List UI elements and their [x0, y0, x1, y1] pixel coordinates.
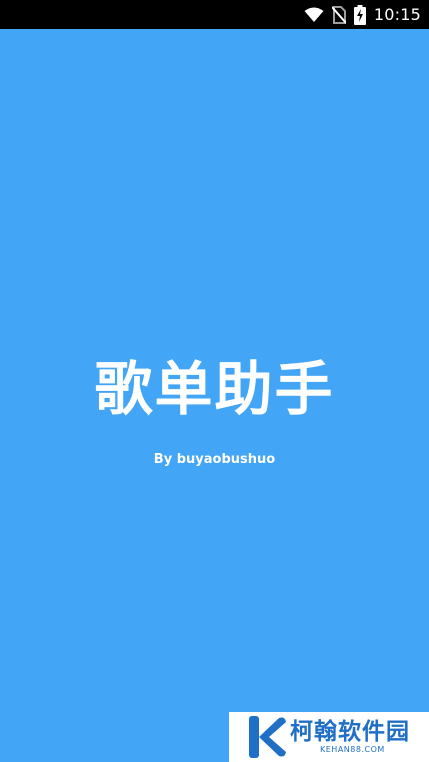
watermark-name: 柯翰软件园 [290, 719, 410, 745]
author-credit: By buyaobushuo [153, 452, 276, 467]
status-time: 10:15 [373, 5, 421, 24]
wifi-icon [304, 7, 324, 23]
app-title: 歌单助手 [94, 355, 335, 423]
no-sim-icon [331, 5, 346, 24]
watermark: 柯翰软件园 KEHAN88.COM [229, 712, 429, 762]
k-logo-icon [249, 716, 287, 762]
battery-charging-icon [353, 4, 366, 25]
splash-screen: 歌单助手 By buyaobushuo [0, 29, 429, 762]
status-icons: 10:15 [304, 0, 421, 29]
watermark-url: KEHAN88.COM [320, 745, 385, 754]
status-bar: 10:15 [0, 0, 429, 29]
